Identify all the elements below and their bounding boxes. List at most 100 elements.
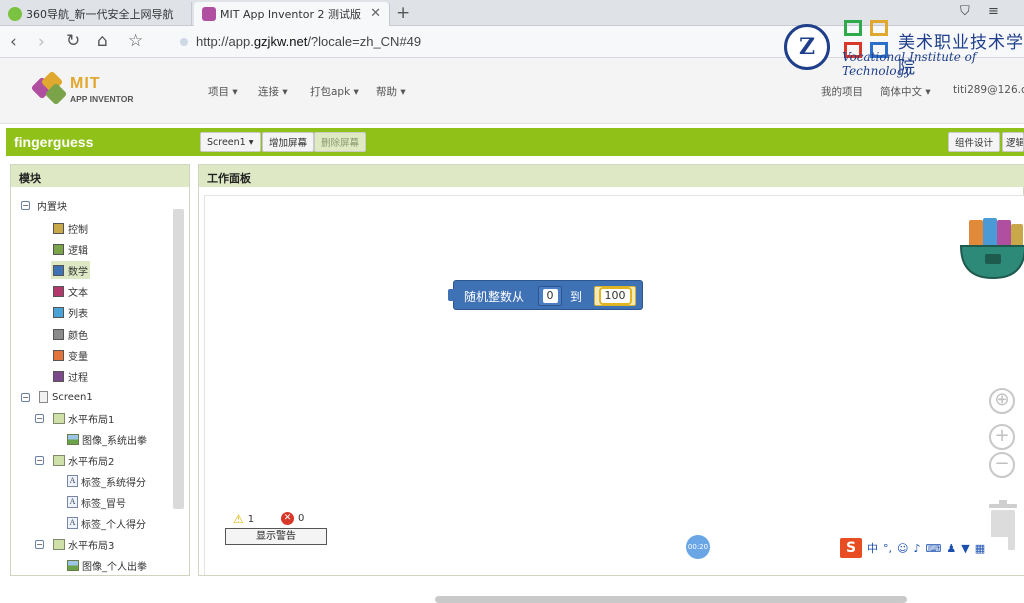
url-input[interactable]: http://app.gzjkw.net/?locale=zh_CN#49 xyxy=(196,34,421,49)
remove-screen-button[interactable]: 删除屏幕 xyxy=(314,132,367,152)
palette-scrollbar[interactable] xyxy=(173,209,184,509)
new-tab-icon[interactable]: + xyxy=(396,3,410,23)
blocks-workspace[interactable]: 随机整数从 0 到 100 ⊕ + − ⚠ 1 ✕ 0 显示警告 xyxy=(204,195,1024,603)
school-seal-logo: Z xyxy=(784,24,830,70)
microphone-icon[interactable]: ♪ xyxy=(913,542,920,555)
block-category-control[interactable]: 控制 xyxy=(53,219,88,237)
backpack-icon[interactable] xyxy=(957,216,1024,280)
logic-swatch-icon xyxy=(53,243,64,255)
to-value[interactable]: 100 xyxy=(598,287,632,305)
punctuation-icon[interactable]: °, xyxy=(883,542,892,555)
refresh-icon[interactable]: ↻ xyxy=(66,31,80,51)
zoom-out-icon[interactable]: − xyxy=(989,452,1015,478)
blocks-button[interactable]: 逻辑 xyxy=(1002,132,1024,152)
tab-360-nav[interactable]: 360导航_新一代安全上网导航 xyxy=(0,2,192,26)
random-integer-label: 随机整数从 xyxy=(464,290,525,304)
project-name: fingerguess xyxy=(14,134,94,150)
block-category-math[interactable]: 数学 xyxy=(51,261,90,279)
collapse-builtin-icon[interactable]: − xyxy=(21,201,30,210)
close-tab-icon[interactable]: ✕ xyxy=(370,6,381,21)
zoom-in-icon[interactable]: + xyxy=(989,424,1015,450)
toolbox-icon[interactable]: ▦ xyxy=(975,542,985,555)
show-warnings-button[interactable]: 显示警告 xyxy=(225,528,327,545)
menu-connect[interactable]: 连接 ▾ xyxy=(258,84,288,99)
block-category-colors[interactable]: 颜色 xyxy=(53,325,88,343)
skin-icon[interactable]: ▼ xyxy=(961,542,969,555)
home-icon[interactable]: ⌂ xyxy=(97,31,108,51)
account-menu[interactable]: titi289@126.com xyxy=(953,84,1024,96)
component-horizontal-layout1[interactable]: 水平布局1 xyxy=(53,409,114,427)
app-inventor-logo[interactable]: MIT APP INVENTOR xyxy=(30,70,140,110)
menu-help[interactable]: 帮助 ▾ xyxy=(376,84,406,99)
component-label-system-score[interactable]: A 标签_系统得分 xyxy=(67,472,146,490)
component-image-personal-punch[interactable]: 图像_个人出拳 xyxy=(67,556,147,574)
url-domain: gzjkw.net xyxy=(253,34,308,49)
component-label-colon[interactable]: A 标签_冒号 xyxy=(67,493,126,511)
component-label: 标签_系统得分 xyxy=(81,477,146,489)
site-info-icon[interactable] xyxy=(180,38,188,46)
error-count: 0 xyxy=(298,513,305,524)
keyboard-icon[interactable]: ⌨ xyxy=(926,542,942,555)
component-label-personal-score[interactable]: A 标签_个人得分 xyxy=(67,514,146,532)
my-projects-link[interactable]: 我的项目 xyxy=(821,84,863,99)
shirt-icon[interactable]: ⛉ xyxy=(960,4,970,19)
360-favicon-icon xyxy=(8,7,22,21)
collapse-layout1-icon[interactable]: − xyxy=(35,414,44,423)
bookmark-star-icon[interactable]: ☆ xyxy=(128,31,143,51)
screen1-node[interactable]: Screen1 xyxy=(39,388,93,406)
from-slot[interactable]: 0 xyxy=(538,286,562,306)
from-value[interactable]: 0 xyxy=(542,289,558,303)
block-category-lists[interactable]: 列表 xyxy=(53,303,88,321)
logo-app-inventor-text: APP INVENTOR xyxy=(70,94,134,104)
component-label: 标签_个人得分 xyxy=(81,519,146,531)
component-horizontal-layout3[interactable]: 水平布局3 xyxy=(53,535,114,553)
horizontal-layout-icon xyxy=(53,538,65,550)
menu-icon[interactable]: ≡ xyxy=(988,4,999,19)
random-integer-block[interactable]: 随机整数从 0 到 100 xyxy=(448,280,643,310)
menu-build[interactable]: 打包apk ▾ xyxy=(310,84,359,99)
errors-counter: ✕ 0 xyxy=(281,512,304,525)
category-label: 过程 xyxy=(68,372,88,384)
block-category-procedures[interactable]: 过程 xyxy=(53,367,88,385)
screen-select[interactable]: Screen1 ▾ xyxy=(200,132,261,152)
collapse-layout3-icon[interactable]: − xyxy=(35,540,44,549)
forward-icon[interactable]: › xyxy=(38,32,45,52)
designer-button[interactable]: 组件设计 xyxy=(948,132,1001,152)
to-slot[interactable]: 100 xyxy=(594,286,636,306)
seal-letter: Z xyxy=(798,34,816,60)
to-label: 到 xyxy=(570,290,583,304)
url-prefix: http://app. xyxy=(196,34,254,49)
screen-icon xyxy=(39,391,48,403)
block-category-variables[interactable]: 变量 xyxy=(53,346,88,364)
builtin-blocks-node[interactable]: 内置块 xyxy=(37,196,67,214)
collapse-layout2-icon[interactable]: − xyxy=(35,456,44,465)
component-label: 标签_冒号 xyxy=(81,498,126,510)
ime-mode[interactable]: 中 xyxy=(867,540,878,556)
tab-label: MIT App Inventor 2 测试版 xyxy=(220,8,361,21)
add-screen-button[interactable]: 增加屏幕 xyxy=(262,132,315,152)
collapse-screen-icon[interactable]: − xyxy=(21,393,30,402)
block-output-nub xyxy=(448,289,455,301)
school-name-english: Vocational Institute of Technology xyxy=(842,50,977,78)
user-icon[interactable]: ♟ xyxy=(946,542,956,555)
component-image-system-punch[interactable]: 图像_系统出拳 xyxy=(67,430,147,448)
block-category-text[interactable]: 文本 xyxy=(53,282,88,300)
component-label: 水平布局2 xyxy=(68,456,115,468)
text-swatch-icon xyxy=(53,285,64,297)
component-label: 图像_系统出拳 xyxy=(82,435,147,447)
colors-swatch-icon xyxy=(53,328,64,340)
language-select[interactable]: 简体中文 ▾ xyxy=(880,84,931,99)
ime-toolbar: S 中 °, ☺ ♪ ⌨ ♟ ▼ ▦ xyxy=(838,537,1008,559)
menu-project[interactable]: 项目 ▾ xyxy=(208,84,238,99)
back-icon[interactable]: ‹ xyxy=(10,32,17,52)
block-category-logic[interactable]: 逻辑 xyxy=(53,240,88,258)
sogou-ime-logo[interactable]: S xyxy=(840,538,862,558)
tab-app-inventor[interactable]: MIT App Inventor 2 测试版 ✕ xyxy=(194,2,390,26)
category-label: 列表 xyxy=(68,308,88,320)
workspace-horizontal-scrollbar[interactable] xyxy=(435,596,907,603)
label-icon: A xyxy=(67,475,78,487)
component-horizontal-layout2[interactable]: 水平布局2 xyxy=(53,451,114,469)
emoji-icon[interactable]: ☺ xyxy=(897,542,908,555)
component-label: 水平布局1 xyxy=(68,414,115,426)
recenter-icon[interactable]: ⊕ xyxy=(989,388,1015,414)
